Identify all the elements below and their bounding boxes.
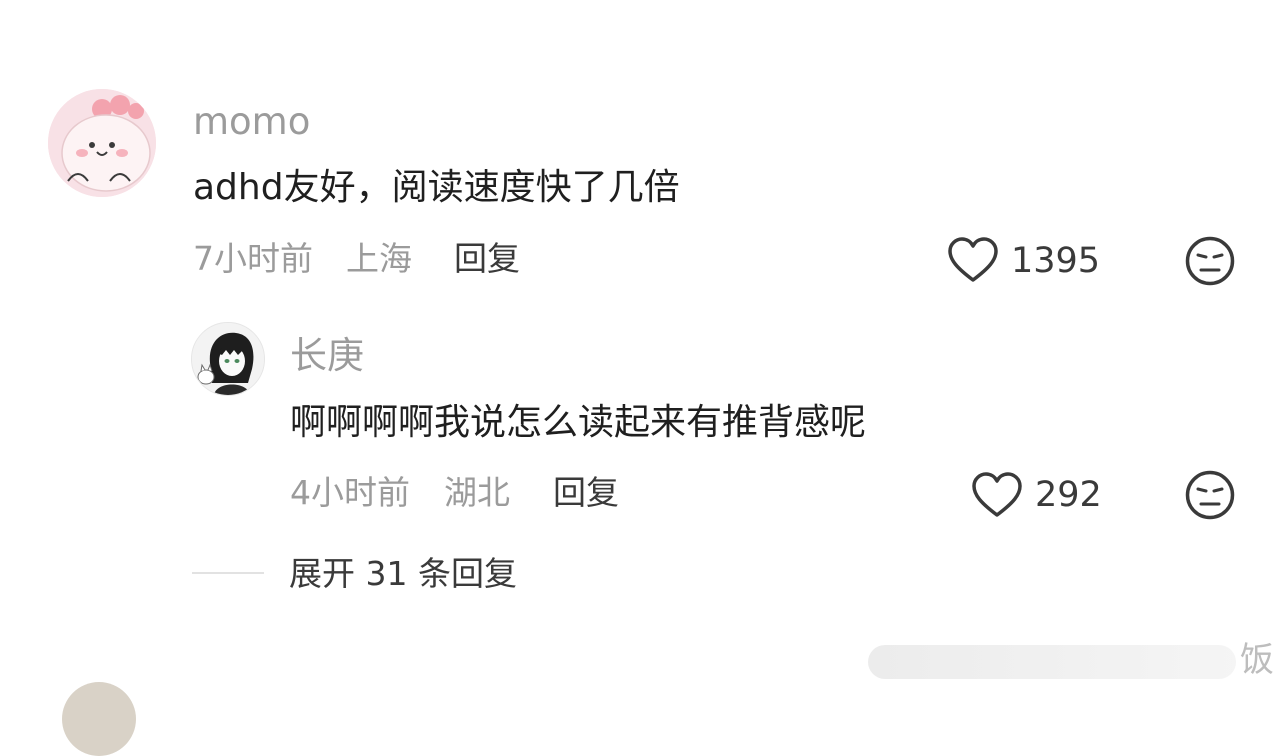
reply-dislike-button[interactable]: [1184, 469, 1236, 521]
expand-divider: [192, 572, 264, 574]
reply-time: 4小时前: [290, 473, 410, 512]
avatar[interactable]: [48, 89, 156, 197]
heart-outline-icon: [948, 237, 998, 282]
reply-reply-button[interactable]: 回复: [553, 476, 619, 509]
neutral-face-icon: [1185, 236, 1235, 286]
next-comment-avatar[interactable]: [62, 682, 136, 756]
watermark-bar: [868, 645, 1236, 679]
reply-username[interactable]: 长庚: [290, 337, 364, 374]
comment-username[interactable]: momo: [193, 103, 310, 140]
comment-text: adhd友好，阅读速度快了几倍: [193, 167, 680, 208]
reply-text: 啊啊啊啊我说怎么读起来有推背感呢: [290, 402, 867, 443]
reply-like-count: 292: [1035, 475, 1102, 515]
comment-time: 7小时前: [193, 239, 313, 278]
neutral-face-icon: [1185, 470, 1235, 520]
comment-location: 上海: [346, 239, 412, 278]
watermark-text: 饭: [1240, 640, 1274, 680]
reply-like-button[interactable]: [971, 471, 1023, 519]
dislike-button[interactable]: [1184, 235, 1236, 287]
reply-location: 湖北: [444, 473, 510, 512]
like-button[interactable]: [947, 236, 999, 284]
reply-avatar[interactable]: [191, 322, 265, 396]
pink-dinosaur-avatar-icon: [48, 89, 156, 197]
like-count: 1395: [1011, 241, 1101, 281]
expand-replies-button[interactable]: 展开 31 条回复: [289, 557, 517, 590]
anime-girl-avatar-icon: [192, 323, 264, 395]
reply-button[interactable]: 回复: [454, 242, 520, 275]
heart-outline-icon: [972, 472, 1022, 517]
